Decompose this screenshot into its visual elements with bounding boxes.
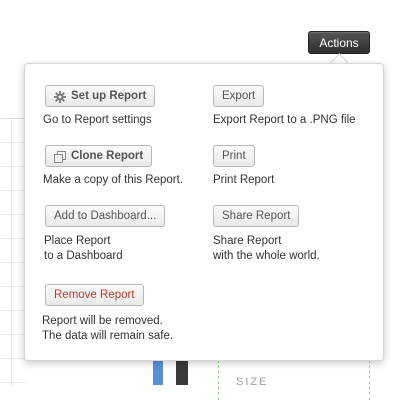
- clone-report-button[interactable]: Clone Report: [45, 145, 153, 167]
- remove-report-description-line: Report will be removed.: [42, 315, 163, 327]
- share-report-description-line: with the whole world.: [213, 250, 320, 262]
- export-button[interactable]: Export: [213, 85, 265, 107]
- background-grid: [0, 118, 26, 386]
- share-report-description: Share Report with the whole world.: [213, 234, 320, 264]
- share-report-button[interactable]: Share Report: [213, 205, 300, 227]
- share-report-description-line: Share Report: [213, 235, 282, 247]
- setup-report-description: Go to Report settings: [43, 114, 152, 126]
- actions-button[interactable]: Actions: [308, 31, 370, 54]
- background-size-label: SIZE: [236, 376, 269, 388]
- clone-report-label: Clone Report: [71, 150, 144, 162]
- clone-report-description: Make a copy of this Report.: [43, 174, 183, 186]
- add-to-dashboard-description: Place Report to a Dashboard: [44, 234, 123, 264]
- export-description: Export Report to a .PNG file: [213, 114, 356, 126]
- add-to-dashboard-description-line: to a Dashboard: [44, 250, 123, 262]
- remove-report-description: Report will be removed. The data will re…: [42, 314, 173, 344]
- remove-report-button[interactable]: Remove Report: [45, 284, 144, 306]
- setup-report-button[interactable]: Set up Report: [45, 85, 156, 107]
- print-description: Print Report: [213, 174, 275, 186]
- add-to-dashboard-button[interactable]: Add to Dashboard...: [45, 205, 166, 227]
- actions-popover: Set up Report Go to Report settings Expo…: [24, 63, 384, 361]
- copy-icon: [54, 150, 66, 163]
- add-to-dashboard-description-line: Place Report: [44, 235, 111, 247]
- setup-report-label: Set up Report: [71, 90, 147, 102]
- gear-icon: [54, 90, 66, 103]
- print-button[interactable]: Print: [213, 145, 255, 167]
- remove-report-description-line: The data will remain safe.: [42, 330, 174, 342]
